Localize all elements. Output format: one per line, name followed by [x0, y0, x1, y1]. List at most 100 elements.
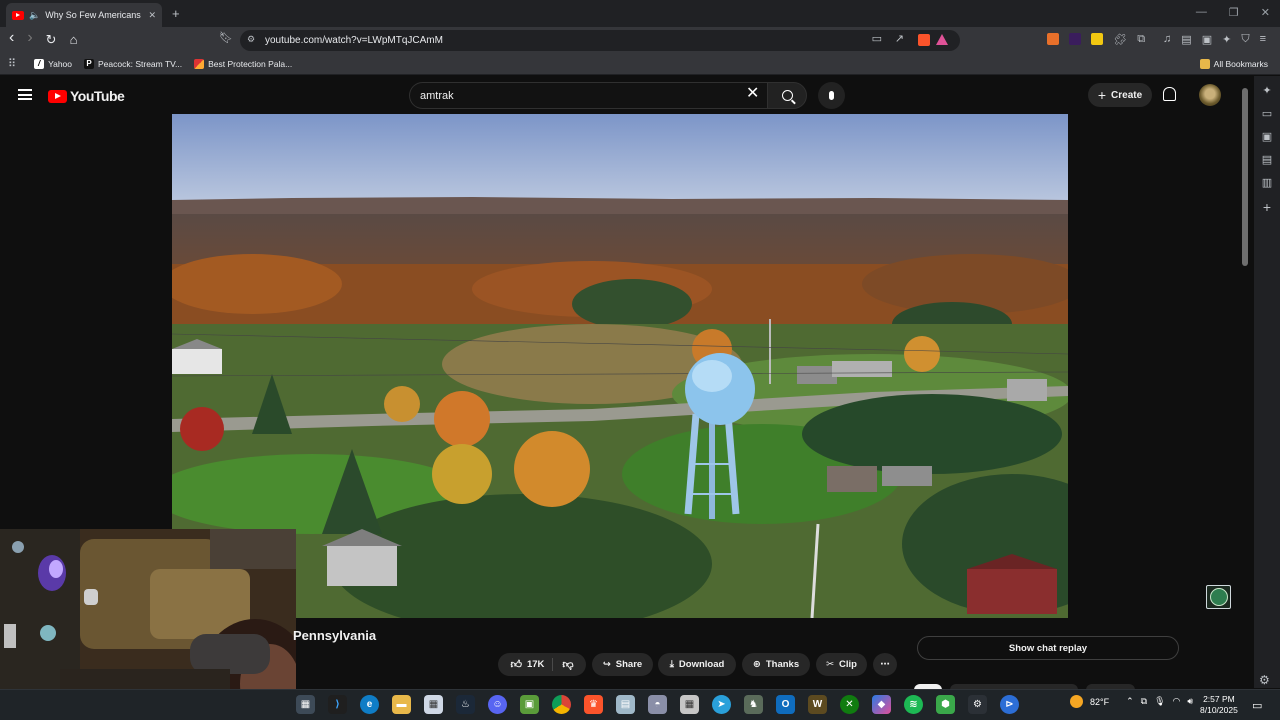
weather-temp[interactable]: 82°F — [1090, 697, 1109, 707]
site-info-icon[interactable]: ⚙ — [247, 35, 255, 44]
photos-taskbar-icon[interactable]: ◓ — [648, 695, 667, 714]
bookmark-page-icon[interactable]: 🔖︎ — [219, 33, 233, 44]
all-bookmarks[interactable]: All Bookmarks — [1199, 58, 1268, 69]
copilot-taskbar-icon[interactable]: ◆ — [872, 695, 891, 714]
show-chat-replay-button[interactable]: Show chat replay — [917, 636, 1179, 660]
clip-button[interactable]: ✂ Clip — [816, 653, 867, 676]
cast-icon[interactable]: ▭ — [872, 34, 882, 45]
settings-taskbar-icon[interactable]: ⚙ — [968, 695, 987, 714]
wow-taskbar-icon[interactable]: W — [808, 695, 827, 714]
download-icon: ⤓ — [669, 659, 674, 670]
calculator-taskbar-icon[interactable]: ▦ — [296, 695, 315, 714]
dislike-button[interactable]: 👎︎ — [558, 658, 573, 671]
more-actions-button[interactable]: ⋯ — [873, 653, 897, 676]
share-button[interactable]: ↪ Share — [592, 653, 653, 676]
address-bar[interactable]: ⚙ youtube.com/watch?v=LWpMTqJCAmM ▭ ↗ — [240, 30, 960, 51]
new-tab-icon[interactable]: + — [172, 7, 180, 20]
leo-sidebar-icon[interactable]: ✦ — [1262, 84, 1271, 97]
leo-ai-icon[interactable]: ✦ — [1222, 33, 1231, 46]
wallet-sidebar-icon[interactable]: ▣ — [1262, 130, 1272, 143]
screenshot-icon[interactable]: ⧉ — [1137, 33, 1145, 46]
palantir-icon — [194, 58, 205, 69]
media-controls-icon[interactable]: ♫ — [1163, 33, 1171, 46]
home-button[interactable]: ⌂ — [70, 32, 78, 48]
close-window-button[interactable]: ✕ — [1261, 6, 1270, 19]
discord-taskbar-icon[interactable]: ☺ — [488, 695, 507, 714]
steam-taskbar-icon[interactable]: ♨ — [456, 695, 475, 714]
reload-button[interactable]: ↻ — [46, 32, 57, 48]
browser-tab[interactable]: 🔈 Why So Few Americans Live in ✕ — [6, 3, 162, 27]
telegram-taskbar-icon[interactable]: ➤ — [712, 695, 731, 714]
remote-taskbar-icon[interactable]: ⊳ — [1000, 695, 1019, 714]
xbox-taskbar-icon[interactable]: ✕ — [840, 695, 859, 714]
like-count: 17K — [526, 659, 545, 670]
game-taskbar-icon[interactable]: ♞ — [744, 695, 763, 714]
brave-rewards-icon[interactable] — [936, 34, 948, 45]
url-text: youtube.com/watch?v=LWpMTqJCAmM — [265, 35, 443, 46]
thanks-button[interactable]: ⊛ Thanks — [742, 653, 810, 676]
voice-search-button[interactable] — [818, 82, 845, 109]
minecraft-taskbar-icon[interactable]: ▣ — [520, 695, 539, 714]
apps-grid-icon[interactable]: ⠿ — [8, 57, 16, 70]
settings-gear-icon[interactable]: ⚙ — [1259, 673, 1270, 687]
purple-extension-icon[interactable] — [1069, 33, 1082, 45]
add-sidebar-icon[interactable]: + — [1263, 199, 1271, 215]
file-explorer-taskbar-icon[interactable]: ▬ — [392, 695, 411, 714]
volume-icon[interactable]: 🔊︎ — [1187, 696, 1193, 707]
calc-taskbar-icon[interactable]: ▦ — [680, 695, 699, 714]
bookmark-peacock[interactable]: P Peacock: Stream TV... — [84, 58, 182, 69]
video-player[interactable] — [172, 114, 1068, 618]
vscode-taskbar-icon[interactable]: ⟩ — [328, 695, 347, 714]
notifications-bell-icon[interactable] — [1163, 87, 1176, 101]
hamburger-menu-icon[interactable] — [18, 89, 32, 100]
spotify-taskbar-icon[interactable]: ≋ — [904, 695, 923, 714]
folder-icon — [1199, 58, 1210, 69]
youtube-logo[interactable]: YouTube — [48, 88, 125, 104]
notification-center-icon[interactable]: ▭ — [1252, 699, 1262, 712]
brave-shields-icon[interactable] — [918, 34, 930, 46]
forward-button[interactable]: › — [27, 30, 32, 48]
yellow-extension-icon[interactable] — [1091, 33, 1104, 45]
store-taskbar-icon[interactable]: ▦ — [424, 695, 443, 714]
search-button[interactable] — [767, 82, 807, 109]
clear-search-icon[interactable]: ✕ — [746, 86, 759, 102]
plus-icon: + — [1097, 87, 1107, 103]
reader-sidebar-icon[interactable]: ▥ — [1262, 176, 1272, 189]
bookmark-palantir[interactable]: Best Protection Pala... — [194, 58, 292, 69]
avatar[interactable] — [1199, 84, 1221, 106]
puzzle-extensions-icon[interactable]: 🧩︎ — [1113, 33, 1127, 46]
download-button[interactable]: ⤓ Download — [658, 653, 736, 676]
weather-sun-icon[interactable] — [1070, 695, 1083, 708]
wallet-icon[interactable]: ▣ — [1202, 33, 1212, 46]
channel-watermark-icon[interactable] — [1206, 585, 1231, 609]
wifi-icon[interactable]: ◠ — [1173, 696, 1181, 707]
reading-list-icon[interactable]: ▭ — [1262, 107, 1272, 120]
notes-taskbar-icon[interactable]: ▤ — [616, 695, 635, 714]
like-button[interactable]: 👍︎ 17K — [510, 658, 554, 671]
security-taskbar-icon[interactable]: ⬢ — [936, 695, 955, 714]
close-tab-icon[interactable]: ✕ — [148, 10, 156, 20]
share-page-icon[interactable]: ↗ — [895, 34, 904, 45]
minimize-button[interactable]: — — [1196, 6, 1207, 19]
taskbar-clock[interactable]: 2:57 PM 8/10/2025 — [1200, 694, 1238, 716]
scrollbar-thumb[interactable] — [1242, 88, 1248, 266]
bookmarks-sidebar-icon[interactable]: ▤ — [1262, 153, 1272, 166]
brave-taskbar-icon[interactable]: ♛ — [584, 695, 603, 714]
menu-icon[interactable]: ≡ — [1260, 33, 1266, 46]
sidebar-toggle-icon[interactable]: ▤ — [1181, 33, 1191, 46]
chrome-taskbar-icon[interactable] — [552, 695, 571, 714]
edge-taskbar-icon[interactable]: e — [360, 695, 379, 714]
fox-extension-icon[interactable] — [1047, 33, 1060, 45]
create-button[interactable]: + Create — [1088, 83, 1152, 107]
microphone-tray-icon[interactable]: 🎙︎ — [1154, 696, 1165, 707]
back-button[interactable]: ‹ — [9, 30, 14, 48]
tray-app-icon[interactable]: ⧉ — [1141, 696, 1147, 707]
extension-icons: 🧩︎ ⧉ ♫ ▤ ▣ ✦ ⛉ ≡ — [1047, 33, 1266, 46]
vpn-icon[interactable]: ⛉ — [1241, 33, 1249, 46]
outlook-taskbar-icon[interactable]: O — [776, 695, 795, 714]
speaker-icon[interactable]: 🔈 — [29, 10, 40, 20]
bookmark-yahoo[interactable]: / Yahoo — [34, 58, 72, 69]
tray-chevron-icon[interactable]: ⌃ — [1126, 696, 1134, 707]
restore-button[interactable]: ❐ — [1229, 6, 1239, 19]
search-input[interactable]: amtrak — [409, 82, 767, 109]
